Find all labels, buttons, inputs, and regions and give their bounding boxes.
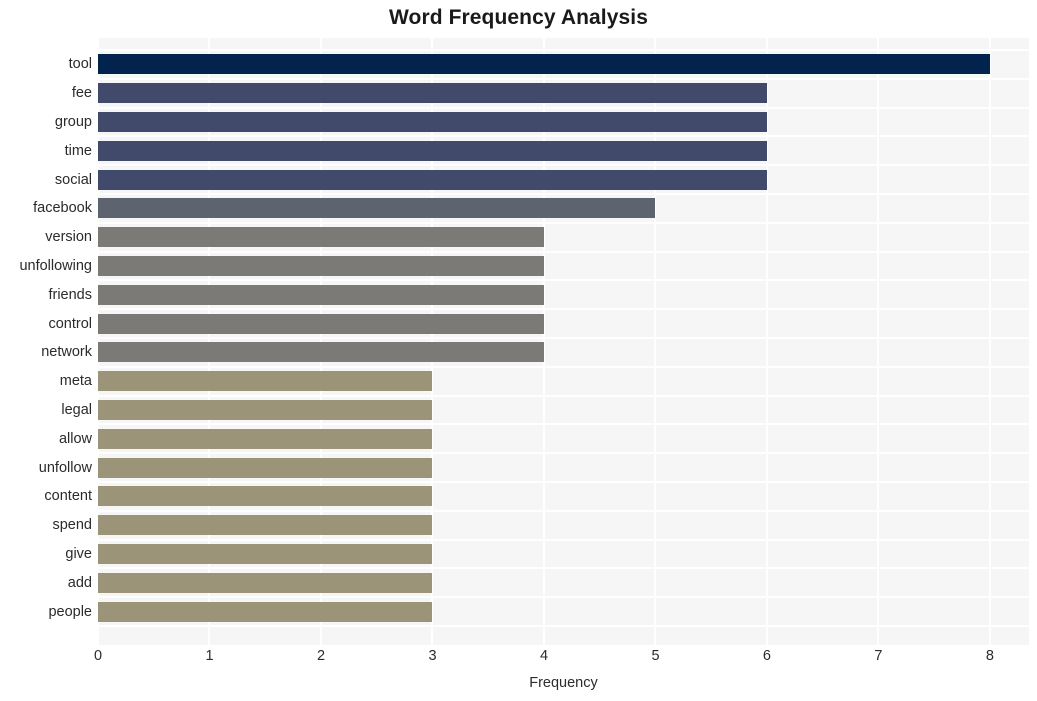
bar	[98, 486, 433, 507]
y-tick-label: legal	[61, 402, 92, 419]
y-tick-label: give	[65, 546, 92, 562]
gridline-horizontal	[98, 279, 1029, 282]
y-tick-label: unfollow	[38, 459, 92, 476]
y-tick-label: unfollowing	[19, 258, 92, 275]
y-tick-label: spend	[52, 517, 92, 534]
bar	[98, 198, 656, 219]
y-tick-label: social	[54, 171, 92, 188]
bar	[98, 169, 767, 190]
bar	[98, 83, 767, 104]
gridline-horizontal	[98, 394, 1029, 397]
gridline-horizontal	[98, 308, 1029, 311]
y-tick-label: content	[44, 488, 92, 505]
y-tick-label: facebook	[33, 200, 92, 217]
gridline-vertical	[877, 38, 880, 645]
x-tick-label: 0	[93, 648, 103, 664]
x-tick-label: 3	[428, 648, 437, 664]
x-tick-label: 7	[874, 648, 883, 664]
gridline-horizontal	[98, 193, 1029, 196]
chart-title: Word Frequency Analysis	[388, 6, 649, 29]
gridline-horizontal	[98, 135, 1029, 138]
y-tick-label: people	[48, 603, 92, 620]
gridline-horizontal	[98, 77, 1029, 80]
gridline-horizontal	[98, 365, 1029, 368]
y-tick-label: time	[64, 142, 92, 159]
gridline-horizontal	[98, 49, 1029, 52]
x-axis-tick-labels: 0 1 2 3 4 5 6 7 8	[94, 648, 1029, 672]
gridline-horizontal	[98, 452, 1029, 455]
y-tick-label: fee	[71, 85, 92, 102]
gridline-horizontal	[98, 596, 1029, 599]
gridline-horizontal	[98, 164, 1029, 167]
x-tick-label: 4	[539, 648, 549, 664]
bar	[98, 428, 433, 449]
bar	[98, 371, 433, 392]
y-tick-label: friends	[48, 286, 92, 303]
x-tick-label: 8	[985, 648, 995, 664]
gridline-horizontal	[98, 221, 1029, 224]
gridline-horizontal	[98, 481, 1029, 484]
bar	[98, 457, 433, 478]
plot-area	[98, 38, 1029, 645]
bar	[98, 313, 544, 334]
y-tick-label: meta	[59, 373, 92, 390]
gridline-horizontal	[98, 250, 1029, 253]
gridline-vertical	[988, 38, 991, 645]
chart-figure: Word Frequency Analysis tool fee group time…	[0, 0, 1037, 701]
bar	[98, 572, 433, 593]
bar	[98, 112, 767, 133]
y-tick-label: version	[45, 229, 92, 246]
gridline-horizontal	[98, 106, 1029, 109]
x-tick-label: 6	[762, 648, 772, 664]
x-tick-label: 2	[316, 648, 326, 664]
y-axis-tick-labels: tool fee group time social facebook version unf…	[0, 38, 92, 645]
bar	[98, 54, 990, 75]
x-axis-label: Frequency	[529, 675, 598, 691]
bar	[98, 515, 433, 536]
gridline-horizontal	[98, 337, 1029, 340]
bar	[98, 601, 433, 622]
gridline-horizontal	[98, 538, 1029, 541]
bar	[98, 227, 544, 248]
x-tick-label: 5	[651, 648, 660, 664]
gridline-horizontal	[98, 567, 1029, 570]
bar	[98, 342, 544, 363]
y-tick-label: group	[54, 114, 92, 131]
y-tick-label: add	[67, 574, 92, 591]
y-tick-label: network	[41, 344, 92, 361]
bar	[98, 284, 544, 305]
x-tick-label: 1	[205, 648, 214, 664]
bar	[98, 140, 767, 161]
y-tick-label: control	[48, 315, 92, 332]
gridline-horizontal	[98, 423, 1029, 426]
y-tick-label: allow	[58, 430, 92, 447]
bar	[98, 544, 433, 564]
gridline-horizontal	[98, 624, 1029, 627]
y-tick-label: tool	[68, 56, 92, 73]
gridline-horizontal	[98, 509, 1029, 512]
bar	[98, 256, 544, 277]
bar	[98, 400, 433, 421]
